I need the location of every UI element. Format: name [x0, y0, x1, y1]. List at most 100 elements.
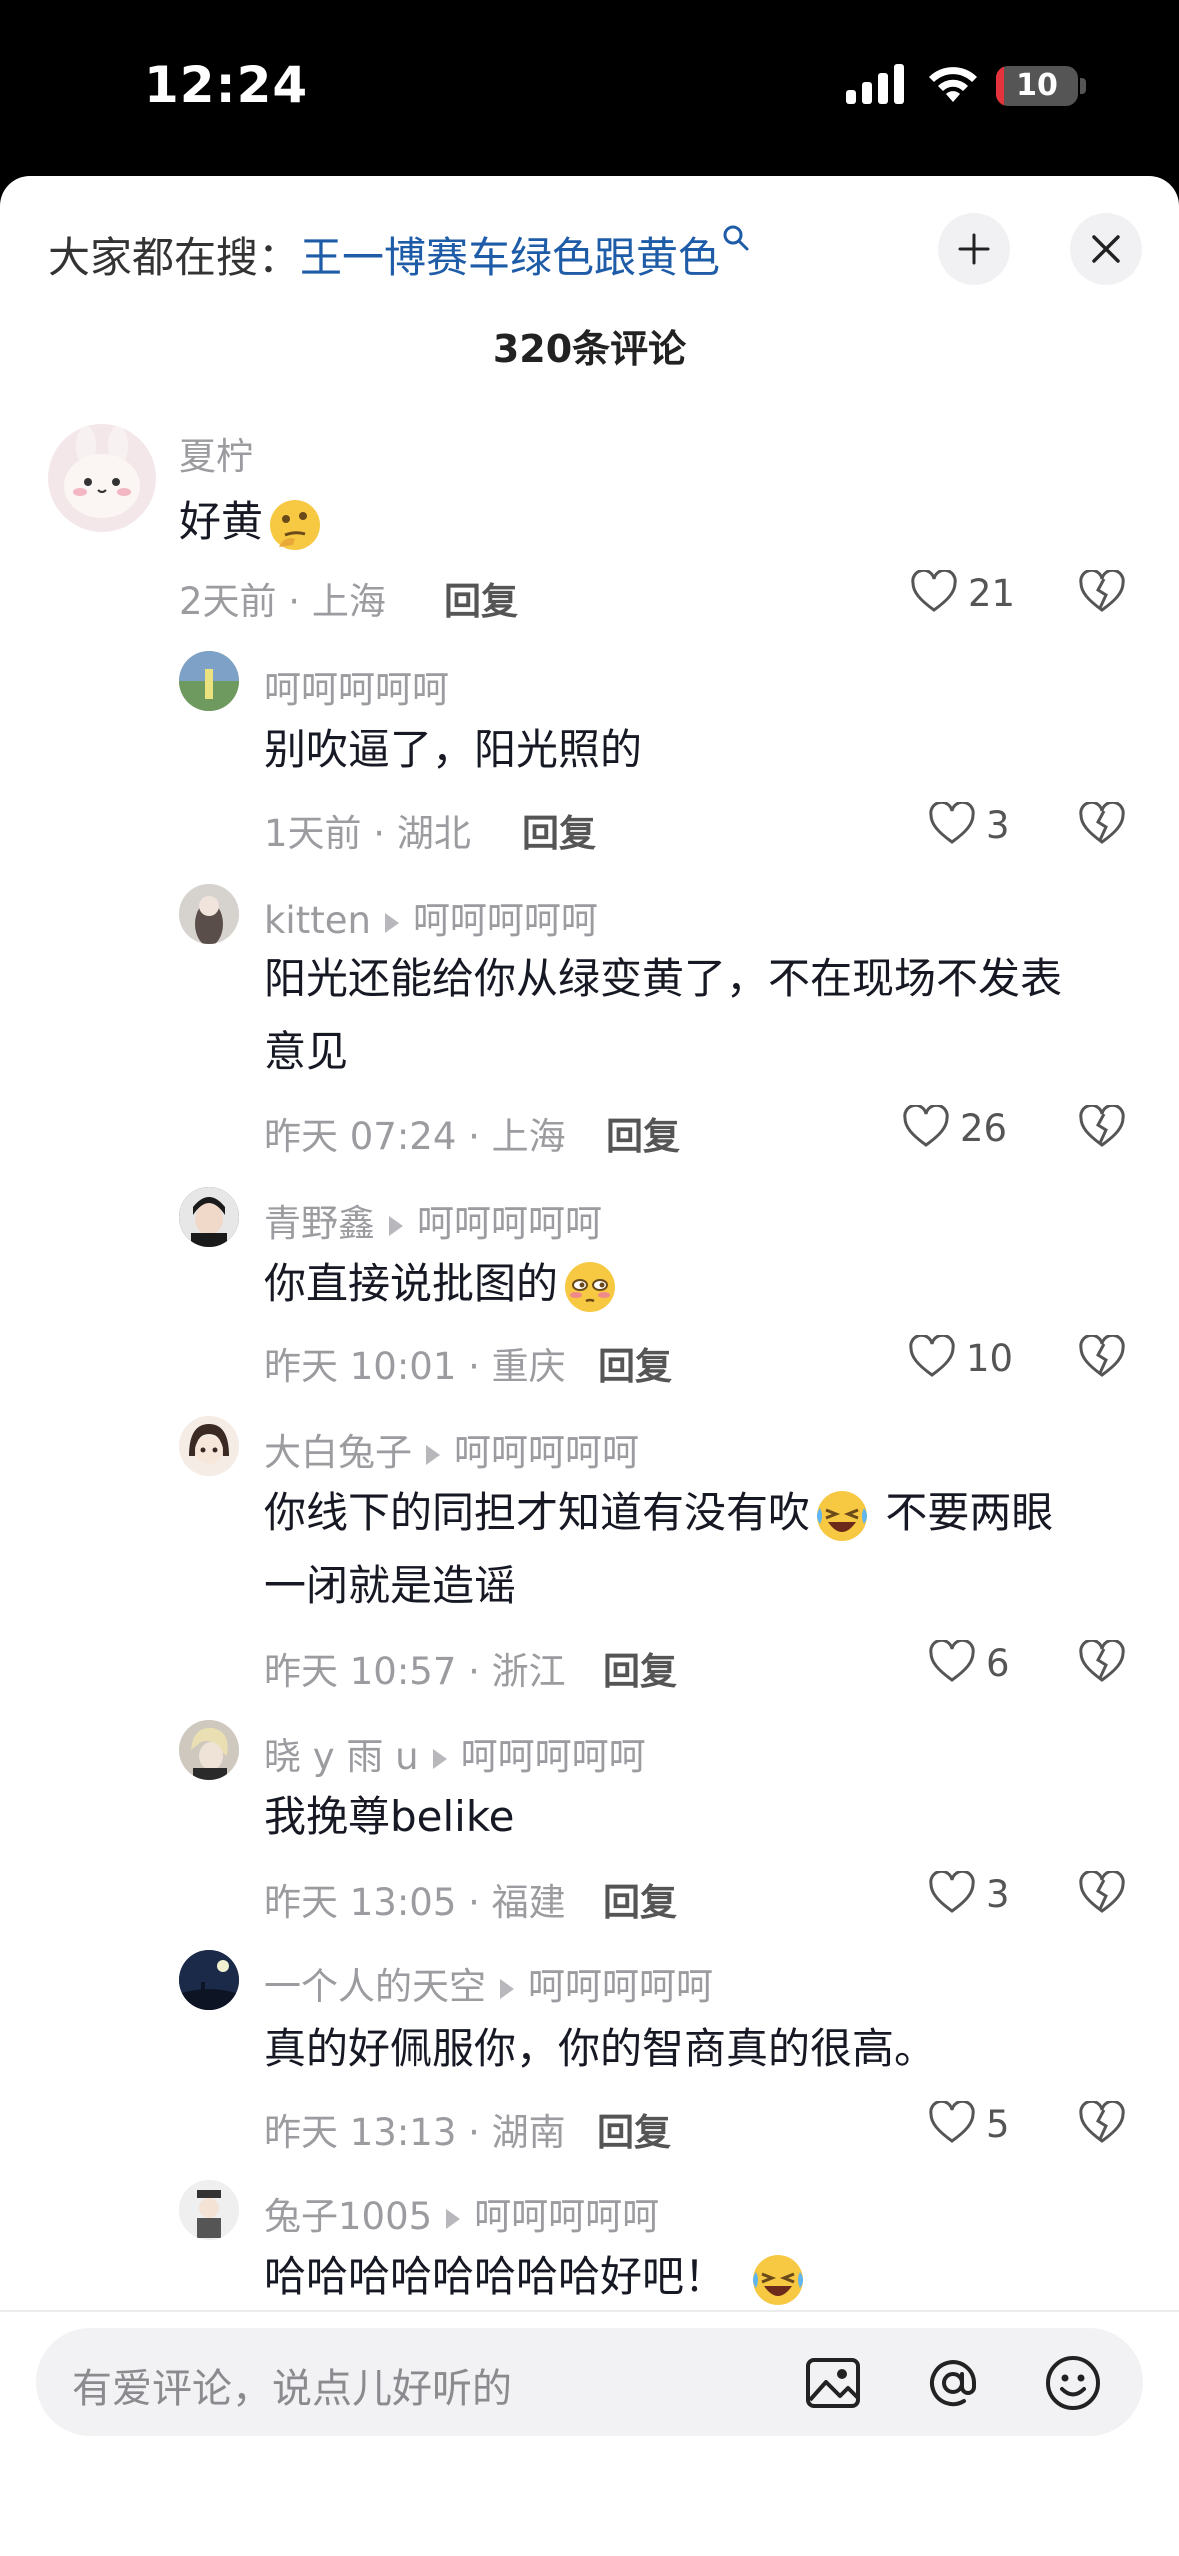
- reply-to-username[interactable]: 呵呵呵呵呵: [528, 1965, 713, 2008]
- comment-username[interactable]: 一个人的天空 呵呵呵呵呵: [264, 1956, 713, 2010]
- avatar[interactable]: [179, 651, 239, 711]
- avatar[interactable]: [179, 1950, 239, 2010]
- flushed-emoji-icon: [565, 1261, 616, 1312]
- broken-heart-icon[interactable]: [1078, 1335, 1126, 1379]
- collapse-button[interactable]: [938, 213, 1010, 285]
- comment-text: 真的好佩服你，你的智商真的很高。: [264, 2024, 937, 2073]
- avatar[interactable]: [179, 1720, 239, 1780]
- comment-meta: 昨天 10:01 · 重庆: [264, 1345, 566, 1388]
- reply-arrow-icon: [384, 912, 399, 933]
- broken-heart-icon[interactable]: [1078, 1871, 1126, 1915]
- comment-input-placeholder: 有爱评论，说点儿好听的: [72, 2366, 512, 2412]
- reply-button[interactable]: 回复: [522, 803, 596, 857]
- reply-button[interactable]: 回复: [597, 2102, 671, 2156]
- comment-username-text[interactable]: 晓 y 雨 u: [264, 1735, 419, 1778]
- reply-arrow-icon: [500, 1978, 514, 1999]
- comment-username[interactable]: 青野鑫 呵呵呵呵呵: [264, 1193, 602, 1247]
- thinking-emoji-icon: [270, 499, 321, 550]
- reply-button[interactable]: 回复: [606, 1106, 680, 1160]
- comment-text-content: 哈哈哈哈哈哈哈哈好吧！: [264, 2252, 727, 2301]
- status-bar: 12:24 10: [0, 0, 1179, 176]
- cellular-signal-icon: [846, 64, 904, 104]
- comment-username-text[interactable]: 青野鑫: [264, 1202, 375, 1245]
- avatar[interactable]: [48, 424, 156, 532]
- like-count: 3: [986, 1873, 1010, 1916]
- reply-button[interactable]: 回复: [598, 1336, 672, 1390]
- comment-username[interactable]: 兔子1005 呵呵呵呵呵: [264, 2186, 659, 2240]
- reply-arrow-icon: [432, 1748, 447, 1769]
- comment-username[interactable]: 晓 y 雨 u 呵呵呵呵呵: [264, 1726, 646, 1780]
- heart-icon: [929, 802, 975, 844]
- comment-meta: 昨天 10:57 · 浙江: [264, 1650, 566, 1693]
- comment-text-segment: 不要两眼: [872, 1488, 1054, 1537]
- close-button[interactable]: [1070, 213, 1142, 285]
- comment-username[interactable]: kitten 呵呵呵呵呵: [264, 890, 598, 944]
- broken-heart-icon[interactable]: [1078, 1640, 1126, 1684]
- battery-icon: 10: [996, 66, 1078, 106]
- comment-username-text[interactable]: kitten: [264, 899, 371, 942]
- broken-heart-icon[interactable]: [1078, 2101, 1126, 2145]
- heart-icon: [929, 1640, 975, 1682]
- comment-username[interactable]: 夏柠: [179, 426, 253, 480]
- comment-meta: 2天前 · 上海: [179, 580, 386, 623]
- reply-arrow-icon: [446, 2208, 461, 2229]
- comment-text: 哈哈哈哈哈哈哈哈好吧！: [264, 2240, 808, 2313]
- comment-username[interactable]: 大白兔子 呵呵呵呵呵: [264, 1422, 639, 1476]
- reply-button[interactable]: 回复: [444, 571, 518, 625]
- comment-text-line: 一闭就是造谣: [264, 1561, 517, 1610]
- heart-icon: [903, 1105, 949, 1147]
- reply-to-username[interactable]: 呵呵呵呵呵: [454, 1431, 639, 1474]
- search-icon: [723, 225, 749, 251]
- battery-cap: [1080, 78, 1086, 94]
- like-count: 26: [960, 1107, 1008, 1150]
- comment-username-text[interactable]: 兔子1005: [264, 2195, 432, 2238]
- reply-button[interactable]: 回复: [603, 1641, 677, 1695]
- comment-meta: 昨天 13:13 · 湖南: [264, 2111, 566, 2154]
- comment-username[interactable]: 呵呵呵呵呵: [264, 659, 449, 713]
- comment-text: 我挽尊belike: [264, 1792, 515, 1841]
- comment-text-content: 好黄: [179, 497, 264, 546]
- search-suggestion-prefix: 大家都在搜：: [48, 233, 301, 282]
- emoji-icon[interactable]: [1044, 2354, 1102, 2412]
- mention-icon[interactable]: [924, 2354, 982, 2412]
- heart-icon: [929, 1871, 975, 1913]
- comment-text-segment: 你线下的同担才知道有没有吹: [264, 1488, 811, 1537]
- comment-text: 阳光还能给你从绿变黄了，不在现场不发表 意见: [264, 942, 1062, 1088]
- avatar[interactable]: [179, 2180, 239, 2240]
- comment-meta: 昨天 13:05 · 福建: [264, 1881, 566, 1924]
- status-time: 12:24: [144, 56, 309, 114]
- like-count: 21: [968, 572, 1016, 615]
- comments-sheet: 大家都在搜：王一博赛车绿色跟黄色 320条评论 夏柠 好黄 2天前 · 上海 回…: [0, 176, 1179, 2556]
- comment-text: 你直接说批图的: [264, 1247, 620, 1320]
- reply-arrow-icon: [426, 1444, 440, 1465]
- comment-username-text[interactable]: 大白兔子: [264, 1431, 412, 1474]
- reply-to-username[interactable]: 呵呵呵呵呵: [417, 1202, 602, 1245]
- broken-heart-icon[interactable]: [1078, 1105, 1126, 1149]
- comment-input-bar: 有爱评论，说点儿好听的: [0, 2312, 1179, 2556]
- comment-input[interactable]: 有爱评论，说点儿好听的: [36, 2328, 1143, 2436]
- close-icon: [1092, 235, 1120, 263]
- search-suggestion-keyword[interactable]: 王一博赛车绿色跟黄色: [300, 233, 720, 282]
- laughing-crying-emoji-icon: [753, 2254, 804, 2305]
- avatar[interactable]: [179, 1187, 239, 1247]
- like-count: 10: [966, 1337, 1014, 1380]
- reply-to-username[interactable]: 呵呵呵呵呵: [461, 1735, 646, 1778]
- heart-icon: [911, 570, 957, 612]
- collapse-icon: [958, 233, 990, 265]
- comment-meta: 1天前 · 湖北: [264, 812, 471, 855]
- laughing-crying-emoji-icon: [817, 1490, 868, 1541]
- comment-count: 320条评论: [492, 327, 687, 371]
- comment-username-text[interactable]: 一个人的天空: [264, 1965, 486, 2008]
- broken-heart-icon[interactable]: [1078, 802, 1126, 846]
- comment-text-line: 阳光还能给你从绿变黄了，不在现场不发表: [264, 954, 1063, 1003]
- broken-heart-icon[interactable]: [1078, 570, 1126, 614]
- avatar[interactable]: [179, 1416, 239, 1476]
- image-icon[interactable]: [804, 2354, 862, 2412]
- reply-to-username[interactable]: 呵呵呵呵呵: [413, 899, 598, 942]
- reply-button[interactable]: 回复: [603, 1872, 677, 1926]
- search-suggestion[interactable]: 大家都在搜：王一博赛车绿色跟黄色: [48, 224, 750, 285]
- battery-percent: 10: [1016, 68, 1058, 103]
- avatar[interactable]: [179, 884, 239, 944]
- reply-to-username[interactable]: 呵呵呵呵呵: [474, 2195, 659, 2238]
- wifi-icon: [929, 67, 977, 102]
